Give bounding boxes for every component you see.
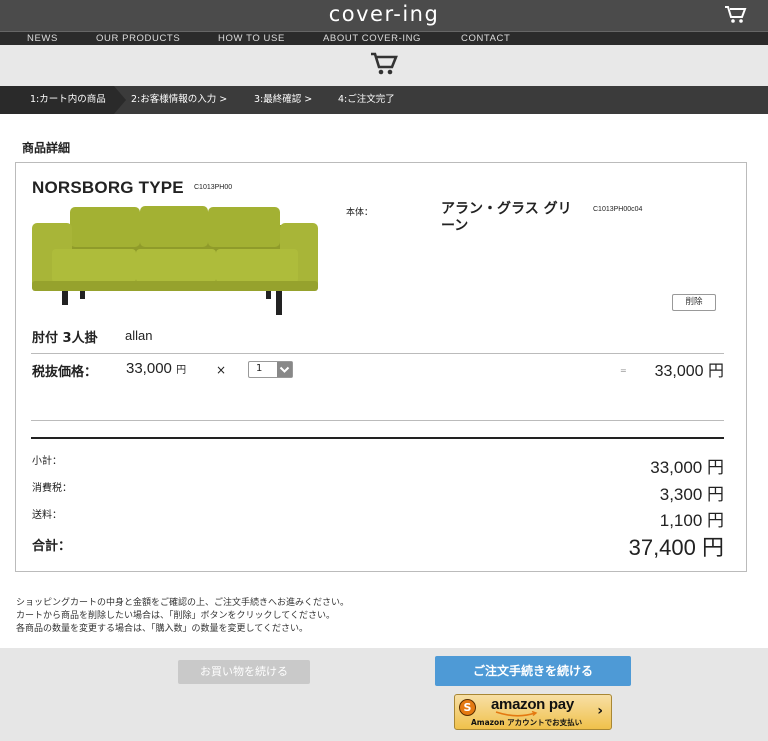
product-name: NORSBORG TYPE	[32, 178, 184, 197]
color-code: C1013PH00c04	[593, 206, 643, 213]
shipping-value: 1,100 円	[659, 511, 724, 530]
delete-button[interactable]: 削除	[672, 294, 716, 311]
amazon-s-icon: S	[459, 699, 476, 716]
unit-price-value: 33,000	[126, 360, 172, 377]
site-header: cover-ing	[0, 0, 768, 31]
body-label: 本体：	[346, 208, 374, 218]
subtotal-label: 小計：	[32, 456, 62, 467]
step-arrow	[114, 86, 126, 114]
nav-our-products[interactable]: OUR PRODUCTS	[96, 32, 180, 45]
divider	[31, 353, 724, 354]
cart-footer: お買い物を続ける ご注文手続きを続ける S amazon pay Amazon …	[0, 648, 768, 741]
quantity-value: 1	[256, 363, 263, 374]
total-value: 37,400 円	[628, 535, 724, 560]
divider	[31, 420, 724, 421]
note-line: ショッピングカートの中身と金額をご確認の上、ご注文手続きへお進みください。	[16, 598, 350, 608]
nav-how-to-use[interactable]: HOW TO USE	[218, 32, 285, 45]
amazon-pay-subtext: Amazon アカウントでお支払い	[471, 718, 583, 727]
step-4: 4:ご注文完了	[338, 94, 395, 105]
site-logo[interactable]: cover-ing	[0, 2, 768, 26]
step-1: 1:カート内の商品	[30, 94, 106, 105]
subtotal-value: 33,000 円	[650, 458, 724, 477]
cart-icon[interactable]	[724, 5, 748, 25]
line-total: 33,000 円	[654, 363, 724, 380]
nav-about[interactable]: ABOUT COVER-ING	[323, 32, 421, 45]
color-name: アラン・グラス グリーン	[441, 201, 572, 234]
continue-shopping-button[interactable]: お買い物を続ける	[178, 660, 310, 684]
product-image	[32, 206, 318, 315]
cart-notes: ショッピングカートの中身と金額をご確認の上、ご注文手続きへお進みください。 カー…	[16, 597, 349, 636]
product-code: C1013PH00	[194, 184, 233, 191]
section-title: 商品詳細	[22, 141, 71, 155]
quantity-select[interactable]: 1	[248, 361, 293, 378]
nav-news[interactable]: NEWS	[27, 32, 58, 45]
nav-contact[interactable]: CONTACT	[461, 32, 510, 45]
chevron-right-icon: ›	[597, 703, 603, 719]
fabric-label: allan	[125, 328, 153, 343]
price-label: 税抜価格：	[32, 365, 98, 380]
chevron-down-icon	[277, 362, 292, 377]
tax-value: 3,300 円	[659, 485, 724, 504]
yen-unit: 円	[176, 365, 187, 376]
total-label: 合計：	[32, 539, 72, 554]
cart-banner	[0, 45, 768, 86]
amazon-pay-button[interactable]: S amazon pay Amazon アカウントでお支払い ›	[454, 694, 612, 730]
unit-price: 33,000 円	[126, 360, 186, 377]
step-3: 3:最終確認 >	[254, 94, 313, 105]
cart-item-box: NORSBORG TYPE C1013PH00 本体： アラン・グラス グリーン…	[15, 162, 747, 572]
variant-label: 肘付 3人掛	[32, 331, 98, 346]
divider-bold	[31, 437, 724, 439]
note-line: 各商品の数量を変更する場合は、「購入数」の数量を変更してください。	[16, 624, 308, 634]
checkout-steps: 1:カート内の商品 2:お客様情報の入力 > 3:最終確認 > 4:ご注文完了	[0, 86, 768, 114]
times-sign: ×	[216, 363, 227, 377]
tax-label: 消費税：	[32, 483, 72, 494]
step-2: 2:お客様情報の入力 >	[131, 94, 228, 105]
main-nav: NEWS OUR PRODUCTS HOW TO USE ABOUT COVER…	[0, 31, 768, 45]
checkout-button[interactable]: ご注文手続きを続ける	[435, 656, 631, 686]
note-line: カートから商品を削除したい場合は、「削除」ボタンをクリックしてください。	[16, 611, 335, 621]
cart-icon	[371, 52, 398, 75]
shipping-label: 送料：	[32, 510, 62, 521]
